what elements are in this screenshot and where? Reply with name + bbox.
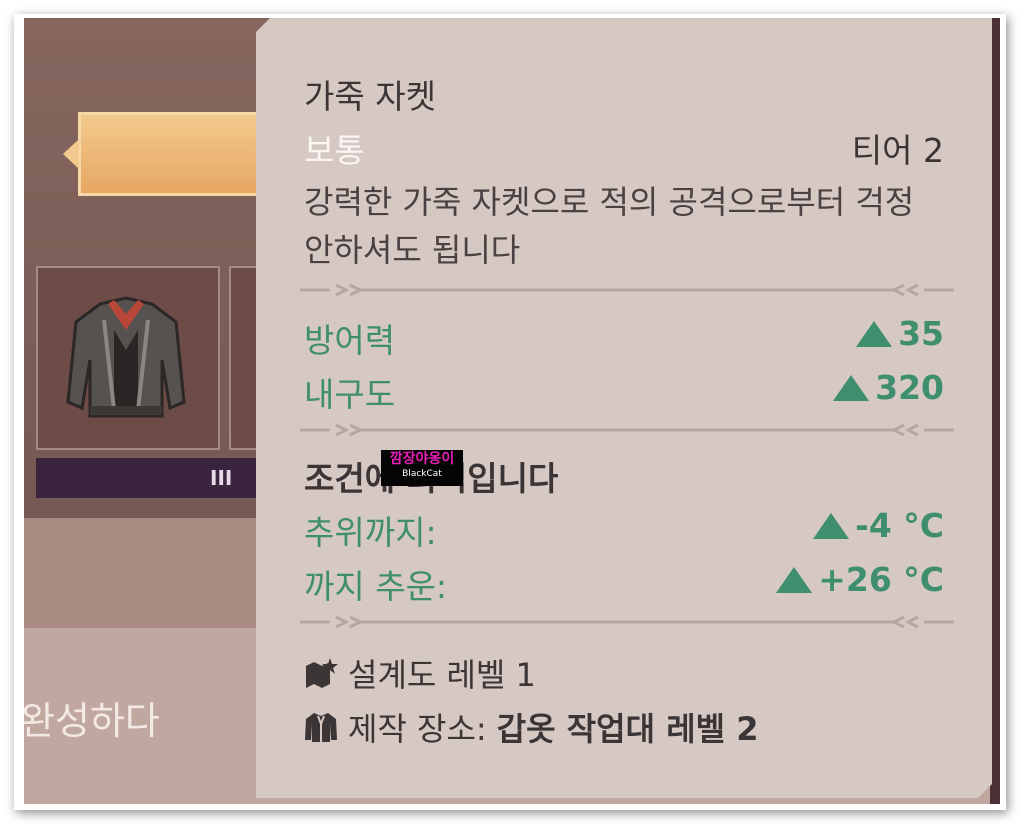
- item-tooltip: 가죽 자켓 보통 티어 2 강력한 가죽 자켓으로 적의 공격으로부터 걱정 안…: [256, 18, 992, 798]
- item-name: 가죽 자켓: [304, 77, 436, 116]
- stat-durability-value: 320: [833, 368, 944, 407]
- craft-location-row: 제작 장소: 갑옷 작업대 레벨 2: [304, 704, 759, 750]
- condition-cold-label: 추위까지:: [304, 513, 437, 552]
- blueprint-icon: [304, 656, 338, 690]
- stat-defense-value: 35: [856, 314, 944, 353]
- watermark-subtext: BlackCat: [402, 469, 442, 479]
- blueprint-level-row: 설계도 레벨 1: [304, 650, 536, 696]
- item-description: 강력한 가죽 자켓으로 적의 공격으로부터 걱정 안하셔도 됩니다: [304, 183, 915, 269]
- increase-arrow-icon: [776, 567, 812, 593]
- craft-location-value: 갑옷 작업대 레벨 2: [496, 710, 759, 748]
- increase-arrow-icon: [813, 513, 849, 539]
- leather-jacket-icon: [66, 296, 186, 418]
- stat-durability-label: 내구도: [304, 375, 396, 414]
- slot-bar-label: III: [210, 466, 233, 490]
- condition-hot-value: +26 °C: [776, 560, 944, 599]
- complete-button-label[interactable]: 완성하다: [24, 690, 160, 745]
- item-rarity: 보통: [304, 131, 365, 170]
- condition-hot-label: 까지 추운:: [304, 567, 448, 606]
- watermark-text: 깜장야옹이: [389, 451, 455, 467]
- divider: [300, 614, 954, 630]
- stat-defense-label: 방어력: [304, 321, 396, 360]
- jacket-icon: [304, 710, 338, 744]
- divider: [300, 422, 954, 438]
- craft-location-label: 제작 장소:: [348, 710, 487, 748]
- category-banner[interactable]: [63, 112, 274, 196]
- blueprint-level-text: 설계도 레벨 1: [348, 656, 536, 694]
- increase-arrow-icon: [833, 375, 869, 401]
- item-tier: 티어 2: [851, 131, 944, 170]
- watermark-logo: 깜장야옹이 BlackCat: [381, 450, 463, 486]
- divider: [300, 282, 954, 298]
- increase-arrow-icon: [856, 321, 892, 347]
- condition-cold-value: -4 °C: [813, 506, 944, 545]
